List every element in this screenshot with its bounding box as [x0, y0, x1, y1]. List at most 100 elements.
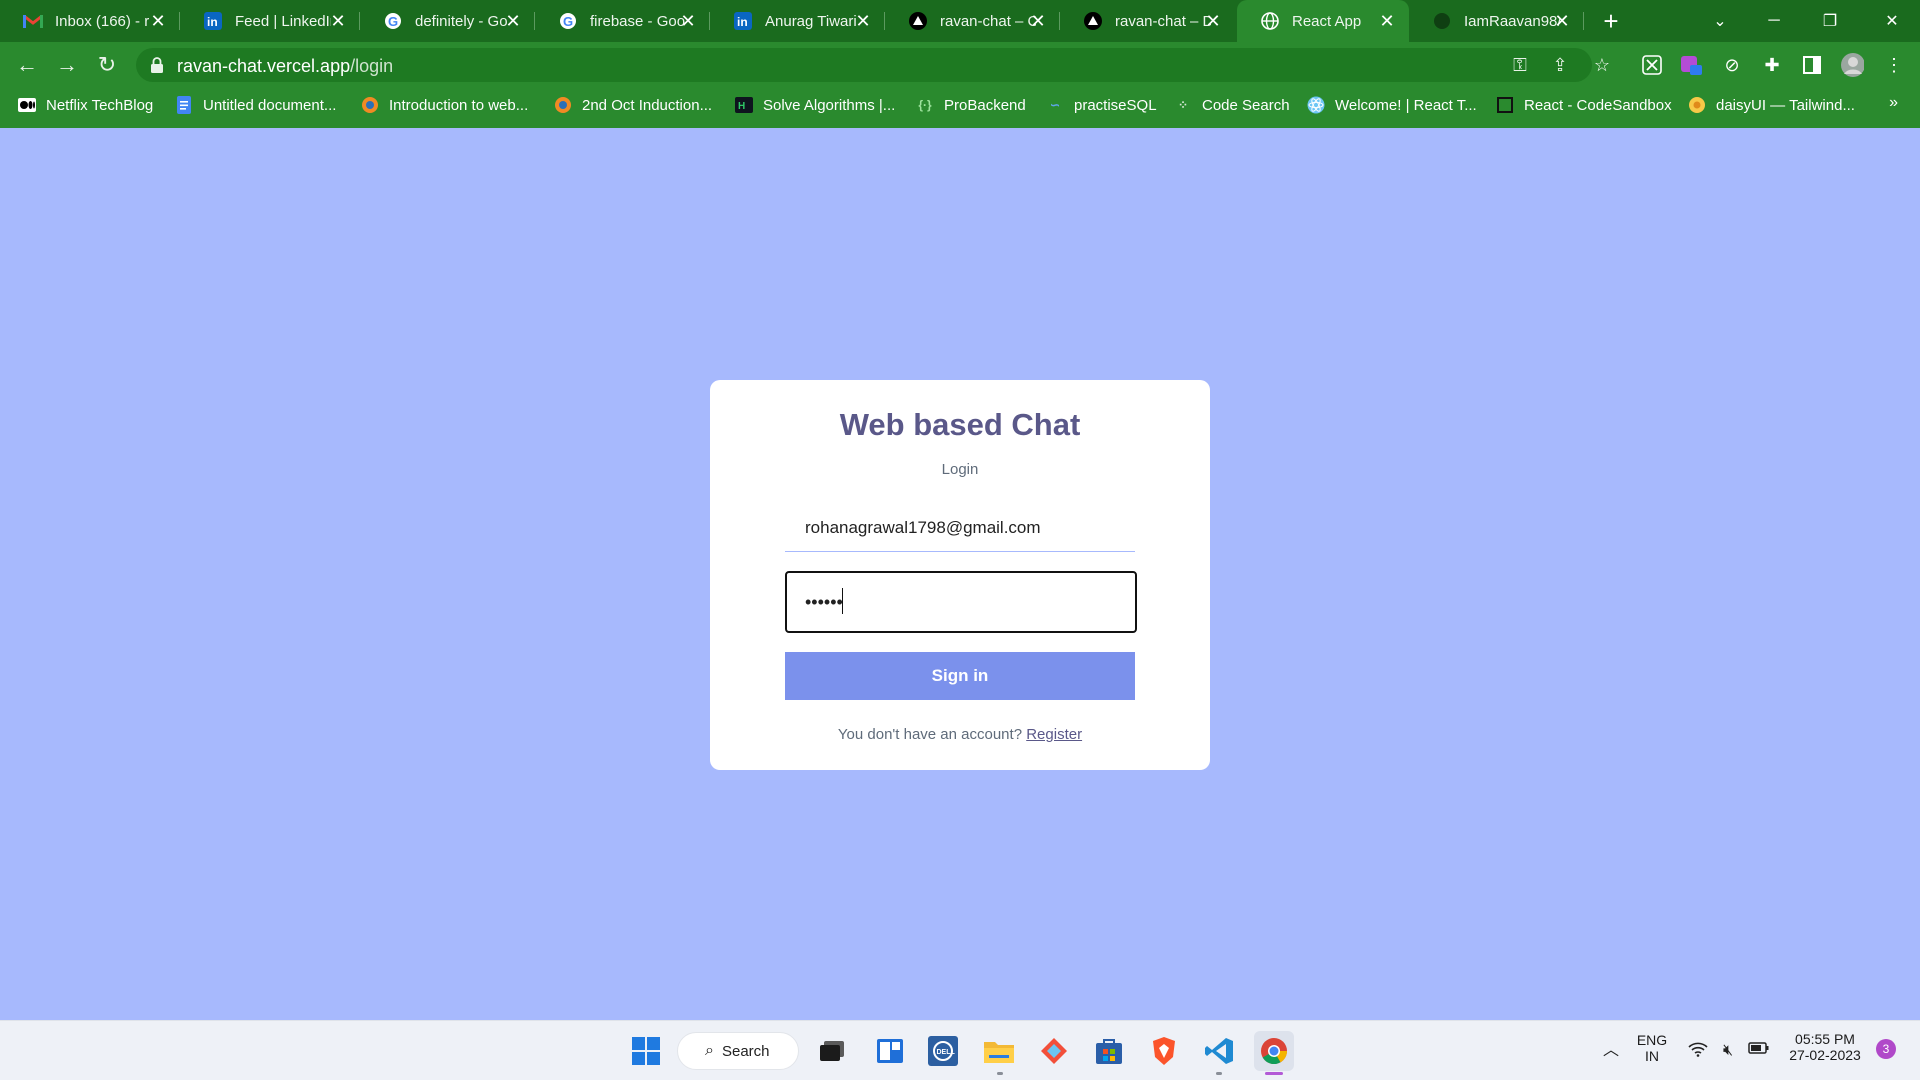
- bookmark-label: practiseSQL: [1074, 96, 1157, 114]
- bookmark-daisyui[interactable]: daisyUI — Tailwind...: [1688, 88, 1855, 122]
- sign-in-button[interactable]: Sign in: [785, 652, 1135, 700]
- close-tab-icon[interactable]: ✕: [678, 11, 698, 31]
- compass-icon[interactable]: ⊘: [1720, 52, 1744, 78]
- bookmark-solve-algorithms[interactable]: H Solve Algorithms |...: [735, 88, 895, 122]
- task-view-icon[interactable]: [812, 1031, 852, 1071]
- share-icon[interactable]: ⇪: [1548, 53, 1572, 77]
- email-field[interactable]: [785, 500, 1135, 552]
- tab-linkedin-feed[interactable]: in Feed | LinkedIn ✕: [180, 0, 360, 42]
- widgets-icon[interactable]: [870, 1031, 910, 1071]
- medium-icon: [18, 96, 36, 114]
- reload-icon[interactable]: ↻: [92, 50, 122, 80]
- back-icon[interactable]: ←: [12, 50, 42, 80]
- orange-circle-icon: [554, 96, 572, 114]
- bookmark-label: Introduction to web...: [389, 96, 529, 114]
- bookmark-star-icon[interactable]: ☆: [1590, 52, 1614, 78]
- tab-gmail[interactable]: Inbox (166) - r ✕: [0, 0, 180, 42]
- google-icon: G: [383, 11, 403, 31]
- clock[interactable]: 05:55 PM 27-02-2023: [1780, 1031, 1870, 1063]
- vscode-icon[interactable]: [1199, 1031, 1239, 1071]
- vercel-icon: [1083, 11, 1103, 31]
- wifi-icon[interactable]: [1687, 1041, 1709, 1061]
- more-menu-icon[interactable]: ⋮: [1882, 52, 1906, 78]
- git-kraken-icon[interactable]: [1034, 1031, 1074, 1071]
- extension-color-icon[interactable]: [1680, 52, 1704, 78]
- bookmark-untitled-document[interactable]: Untitled document...: [175, 88, 336, 122]
- windows-taskbar: ⌕ Search DELL ︿ ENG IN 🔇︎ 05:55 PM 27-02…: [0, 1020, 1920, 1080]
- close-tab-icon[interactable]: ✕: [1028, 11, 1048, 31]
- bookmark-label: Solve Algorithms |...: [763, 96, 896, 114]
- key-icon[interactable]: ⚿: [1508, 53, 1532, 77]
- volume-muted-icon[interactable]: 🔇︎: [1717, 1041, 1739, 1061]
- dell-icon[interactable]: DELL: [923, 1031, 963, 1071]
- register-prompt: You don't have an account? Register: [710, 726, 1210, 743]
- close-tab-icon[interactable]: ✕: [148, 11, 168, 31]
- close-tab-icon[interactable]: ✕: [1552, 11, 1572, 31]
- svg-text:G: G: [563, 14, 573, 29]
- linkedin-icon: in: [733, 11, 753, 31]
- more-bookmarks-icon[interactable]: »: [1889, 94, 1898, 112]
- bookmark-introduction-to-web[interactable]: Introduction to web...: [361, 88, 528, 122]
- brave-browser-icon[interactable]: [1144, 1031, 1184, 1071]
- taskbar-search[interactable]: ⌕ Search: [677, 1032, 799, 1070]
- tab-linkedin-anurag[interactable]: in Anurag Tiwari ✕: [710, 0, 885, 42]
- bookmark-code-search[interactable]: ⁘ Code Search: [1174, 88, 1290, 122]
- login-subtitle: Login: [941, 461, 979, 478]
- restore-icon[interactable]: ❐: [1802, 0, 1858, 42]
- orange-circle-icon: [361, 96, 379, 114]
- svg-text:in: in: [737, 15, 748, 29]
- tab-separator: [1583, 12, 1584, 30]
- gmail-icon: [23, 11, 43, 31]
- close-tab-icon[interactable]: ✕: [328, 11, 348, 31]
- forward-icon[interactable]: →: [52, 50, 82, 80]
- register-link[interactable]: Register: [1026, 726, 1082, 743]
- extension-x-icon[interactable]: [1640, 52, 1664, 78]
- bookmark-codesandbox[interactable]: React - CodeSandbox: [1496, 88, 1672, 122]
- language-code: ENG: [1636, 1032, 1668, 1048]
- text-caret: [842, 588, 843, 614]
- notification-badge[interactable]: 3: [1876, 1039, 1896, 1059]
- tab-search-chevron-icon[interactable]: ⌄: [1692, 0, 1748, 42]
- close-tab-icon[interactable]: ✕: [853, 11, 873, 31]
- profile-avatar[interactable]: [1840, 52, 1864, 78]
- new-tab-icon[interactable]: +: [1596, 6, 1626, 36]
- file-explorer-icon[interactable]: [979, 1031, 1019, 1071]
- bookmark-label: Welcome! | React T...: [1335, 96, 1477, 114]
- tab-vercel-ravan-chat-1[interactable]: ravan-chat – C ✕: [885, 0, 1060, 42]
- microsoft-store-icon[interactable]: [1089, 1031, 1129, 1071]
- bookmark-2nd-oct-induction[interactable]: 2nd Oct Induction...: [554, 88, 712, 122]
- flower-icon: [1688, 96, 1706, 114]
- bookmark-probackend[interactable]: {·} ProBackend: [916, 88, 1025, 122]
- bookmark-react-tutorial[interactable]: Welcome! | React T...: [1307, 88, 1477, 122]
- password-field[interactable]: [785, 571, 1137, 633]
- tab-github[interactable]: IamRaavan98/ ✕: [1409, 0, 1584, 42]
- battery-icon[interactable]: [1748, 1041, 1770, 1061]
- address-bar[interactable]: ravan-chat.vercel.app/login ⚿ ⇪: [136, 48, 1592, 82]
- url-host: ravan-chat.vercel.app: [177, 56, 351, 76]
- url-text: ravan-chat.vercel.app/login: [177, 56, 393, 77]
- close-tab-icon[interactable]: ✕: [1377, 11, 1397, 31]
- close-tab-icon[interactable]: ✕: [503, 11, 523, 31]
- language-indicator[interactable]: ENG IN: [1632, 1032, 1672, 1064]
- bookmark-netflix-techblog[interactable]: Netflix TechBlog: [18, 88, 153, 122]
- side-panel-icon[interactable]: [1800, 52, 1824, 78]
- tab-google-firebase[interactable]: G firebase - Goo ✕: [535, 0, 710, 42]
- extensions-puzzle-icon[interactable]: ✚: [1760, 52, 1784, 78]
- tab-google-definitely[interactable]: G definitely - Go ✕: [360, 0, 535, 42]
- react-icon: [1307, 96, 1325, 114]
- codesandbox-icon: [1496, 96, 1514, 114]
- sql-icon: ∽: [1049, 98, 1061, 112]
- tab-react-app[interactable]: React App ✕: [1237, 0, 1409, 42]
- svg-text:G: G: [388, 14, 398, 29]
- close-window-icon[interactable]: ✕: [1864, 0, 1920, 42]
- windows-start-icon[interactable]: [626, 1031, 666, 1071]
- bookmark-practisesql[interactable]: ∽ practiseSQL: [1046, 88, 1157, 122]
- tab-strip: Inbox (166) - r ✕ in Feed | LinkedIn ✕ G…: [0, 0, 1920, 42]
- svg-text:H: H: [738, 101, 745, 112]
- chrome-icon[interactable]: [1254, 1031, 1294, 1071]
- close-tab-icon[interactable]: ✕: [1203, 11, 1223, 31]
- show-hidden-icons-chevron-icon[interactable]: ︿: [1600, 1041, 1622, 1061]
- tab-vercel-ravan-chat-2[interactable]: ravan-chat – D ✕: [1060, 0, 1235, 42]
- minimize-icon[interactable]: ─: [1746, 0, 1802, 42]
- app-title: Web based Chat: [839, 407, 1081, 442]
